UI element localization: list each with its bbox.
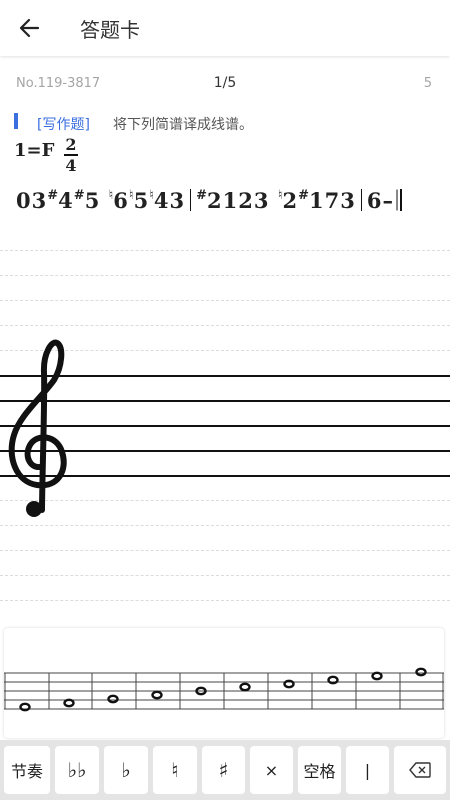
guide-line [0,275,450,276]
score-note: 3 [253,188,270,213]
question-prompt: 将下列简谱译成线谱。 [113,117,253,133]
top-bar: 答题卡 [0,0,450,56]
numbered-notation: 03#4#5 ♮6♮5♮43 #2123 ♮2#173 6– [16,188,402,213]
palette-note[interactable] [19,702,31,712]
time-numerator: 2 [65,135,77,154]
guide-line [0,300,450,301]
score-note: ♮2 [277,188,299,213]
key-signature-label: 1=F [14,140,55,161]
question-marker [14,113,18,129]
score-note [270,188,278,213]
score-note: 6 [366,188,383,213]
palette-note[interactable] [327,675,339,685]
score-note: 3 [31,188,48,213]
double-flat-key[interactable]: ♭♭ [55,746,99,794]
sharp-key[interactable]: ♯ [202,746,245,794]
palette-note[interactable] [151,690,163,700]
palette-note[interactable] [415,667,427,677]
score-note [100,188,108,213]
palette-note[interactable] [239,682,251,692]
score-note: #2 [196,188,223,213]
barline-key[interactable]: | [346,746,389,794]
guide-line [0,525,450,526]
guide-line [0,575,450,576]
treble-clef-icon [8,339,67,517]
natural-key[interactable]: ♮ [153,746,197,794]
score-note: #5 [73,188,101,213]
score-note: ♮6 [108,188,129,213]
score-note: 3 [340,188,356,213]
time-denominator: 4 [65,156,77,175]
question-type: [写作题] [37,117,90,133]
guide-line [0,550,450,551]
guide-line [0,325,450,326]
back-arrow-icon[interactable] [14,13,46,43]
backspace-icon [409,762,431,778]
symbol-keyboard: 节奏 ♭♭ ♭ ♮ ♯ × 空格 | [0,740,450,800]
palette-note[interactable] [107,694,119,704]
barline [190,189,192,211]
score-note: #1 [298,188,325,213]
score-note: 0 [16,188,32,213]
rhythm-key[interactable]: 节奏 [4,746,50,794]
score-note: 7 [324,188,341,213]
score-note: – [382,188,394,213]
guide-line [0,600,450,601]
question-total: 5 [423,76,432,91]
score-note: 3 [169,188,186,213]
time-signature: 2 4 [64,136,78,174]
palette-staff [4,667,444,712]
page-title: 答题卡 [80,18,140,42]
score-note: ♮5 [128,188,150,213]
backspace-key[interactable] [394,746,446,794]
score-note: ♮4 [149,188,170,213]
question-progress: 1/5 [213,75,237,91]
palette-note[interactable] [283,679,295,689]
score-note: 2 [238,188,254,213]
score-note: 1 [222,188,239,213]
cross-key[interactable]: × [250,746,293,794]
barline [400,189,402,211]
guide-line [0,250,450,251]
palette-note[interactable] [371,671,383,681]
palette-note[interactable] [63,698,75,708]
space-key[interactable]: 空格 [298,746,341,794]
note-palette [4,628,444,738]
score-note: #4 [47,188,74,213]
barline [360,189,362,211]
flat-key[interactable]: ♭ [104,746,148,794]
